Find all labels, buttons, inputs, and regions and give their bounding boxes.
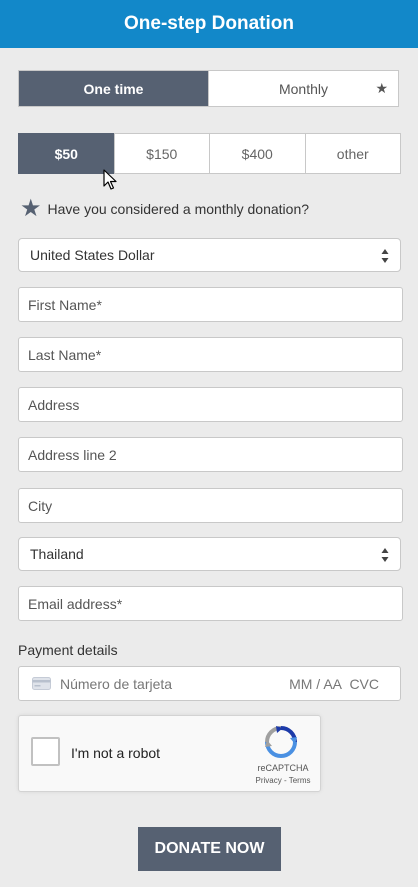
address-placeholder: Address [28, 396, 80, 413]
card-cvc-placeholder: CVC [349, 675, 379, 692]
country-value: Thailand [30, 546, 84, 562]
address-line-2-field[interactable]: Address line 2 [18, 437, 403, 472]
amount-150-label: $150 [146, 145, 178, 162]
city-field[interactable]: City [18, 488, 403, 523]
select-arrows-icon [381, 548, 389, 562]
card-number-placeholder: Número de tarjeta [60, 675, 173, 692]
monthly-donation-text: Have you considered a monthly donation? [47, 201, 310, 217]
amount-other-button[interactable]: other [304, 133, 401, 174]
card-expiry-placeholder: MM / AA [289, 675, 342, 692]
mouse-cursor-icon [103, 169, 117, 190]
star-icon: ★ [375, 80, 388, 96]
monthly-donation-prompt: ★ Have you considered a monthly donation… [20, 197, 309, 221]
donate-now-button[interactable]: DONATE NOW [138, 827, 281, 871]
amount-150-button[interactable]: $150 [113, 133, 210, 174]
payment-details-label: Payment details [18, 642, 118, 658]
frequency-one-time-label: One time [83, 80, 144, 97]
amount-50-label: $50 [54, 145, 78, 162]
recaptcha-brand: reCAPTCHA [257, 763, 309, 773]
recaptcha-label: I'm not a robot [71, 745, 161, 761]
frequency-monthly-label: Monthly [278, 80, 329, 97]
email-placeholder: Email address* [28, 595, 123, 612]
currency-select[interactable]: United States Dollar [18, 238, 401, 272]
card-input[interactable]: Número de tarjeta MM / AA CVC [18, 666, 401, 701]
amount-other-label: other [336, 145, 369, 162]
address-field[interactable]: Address [18, 387, 403, 422]
frequency-one-time-button[interactable]: One time [19, 71, 208, 106]
frequency-monthly-button[interactable]: Monthly ★ [208, 71, 398, 106]
last-name-placeholder: Last Name* [28, 346, 102, 363]
currency-value: United States Dollar [30, 247, 155, 263]
amount-50-button[interactable]: $50 [18, 133, 115, 174]
recaptcha-widget: I'm not a robot reCAPTCHA Privacy - Term… [18, 715, 321, 792]
select-arrows-icon [381, 249, 389, 263]
email-field[interactable]: Email address* [18, 586, 403, 621]
country-select[interactable]: Thailand [18, 537, 401, 571]
recaptcha-checkbox[interactable] [31, 737, 60, 766]
amount-400-button[interactable]: $400 [209, 133, 306, 174]
last-name-field[interactable]: Last Name* [18, 337, 403, 372]
recaptcha-logo-icon [265, 726, 297, 758]
amount-400-label: $400 [241, 145, 273, 162]
recaptcha-links[interactable]: Privacy - Terms [251, 776, 315, 785]
amount-options: $50 $150 $400 other [18, 133, 401, 174]
page-title: One-step Donation [124, 13, 294, 34]
card-icon [32, 677, 51, 690]
city-placeholder: City [28, 497, 53, 514]
star-icon: ★ [20, 195, 42, 222]
frequency-toggle: One time Monthly ★ [18, 70, 399, 107]
donate-now-label: DONATE NOW [154, 840, 265, 857]
page-header: One-step Donation [0, 0, 418, 48]
address-line-2-placeholder: Address line 2 [28, 446, 117, 463]
first-name-placeholder: First Name* [28, 296, 102, 313]
first-name-field[interactable]: First Name* [18, 287, 403, 322]
